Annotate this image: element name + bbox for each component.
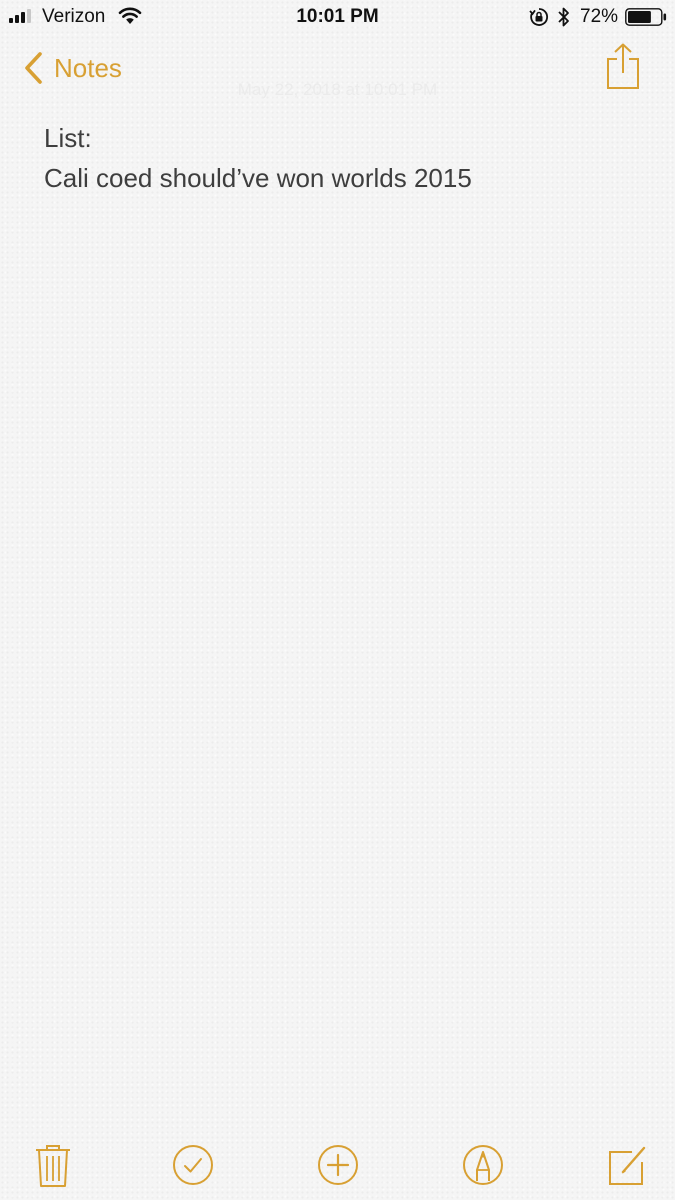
share-icon[interactable] [604,42,642,90]
delete-button[interactable] [30,1142,76,1188]
battery-percent: 72% [580,6,619,27]
note-line[interactable]: Cali coed should’ve won worlds 2015 [44,158,644,198]
checklist-icon [173,1145,213,1185]
note-body[interactable]: List: Cali coed should’ve won worlds 201… [44,118,644,198]
note-line-title[interactable]: List: [44,118,644,158]
note-date: May 22, 2018 at 10:01 PM [237,80,438,99]
status-time: 10:01 PM [296,6,379,27]
rotation-lock-icon [529,8,548,26]
back-button-label: Notes [54,53,122,83]
add-icon [318,1145,358,1185]
checklist-button[interactable] [170,1142,216,1188]
status-bar: Verizon 10:01 PM 72% [0,0,675,36]
bottom-toolbar [0,1136,675,1196]
battery-icon [625,8,667,26]
add-button[interactable] [315,1142,361,1188]
compose-button[interactable] [604,1142,650,1188]
compose-icon [609,1146,646,1185]
markup-button[interactable] [460,1142,506,1188]
trash-icon [36,1145,70,1187]
bluetooth-icon [558,7,569,27]
markup-icon [463,1145,503,1185]
